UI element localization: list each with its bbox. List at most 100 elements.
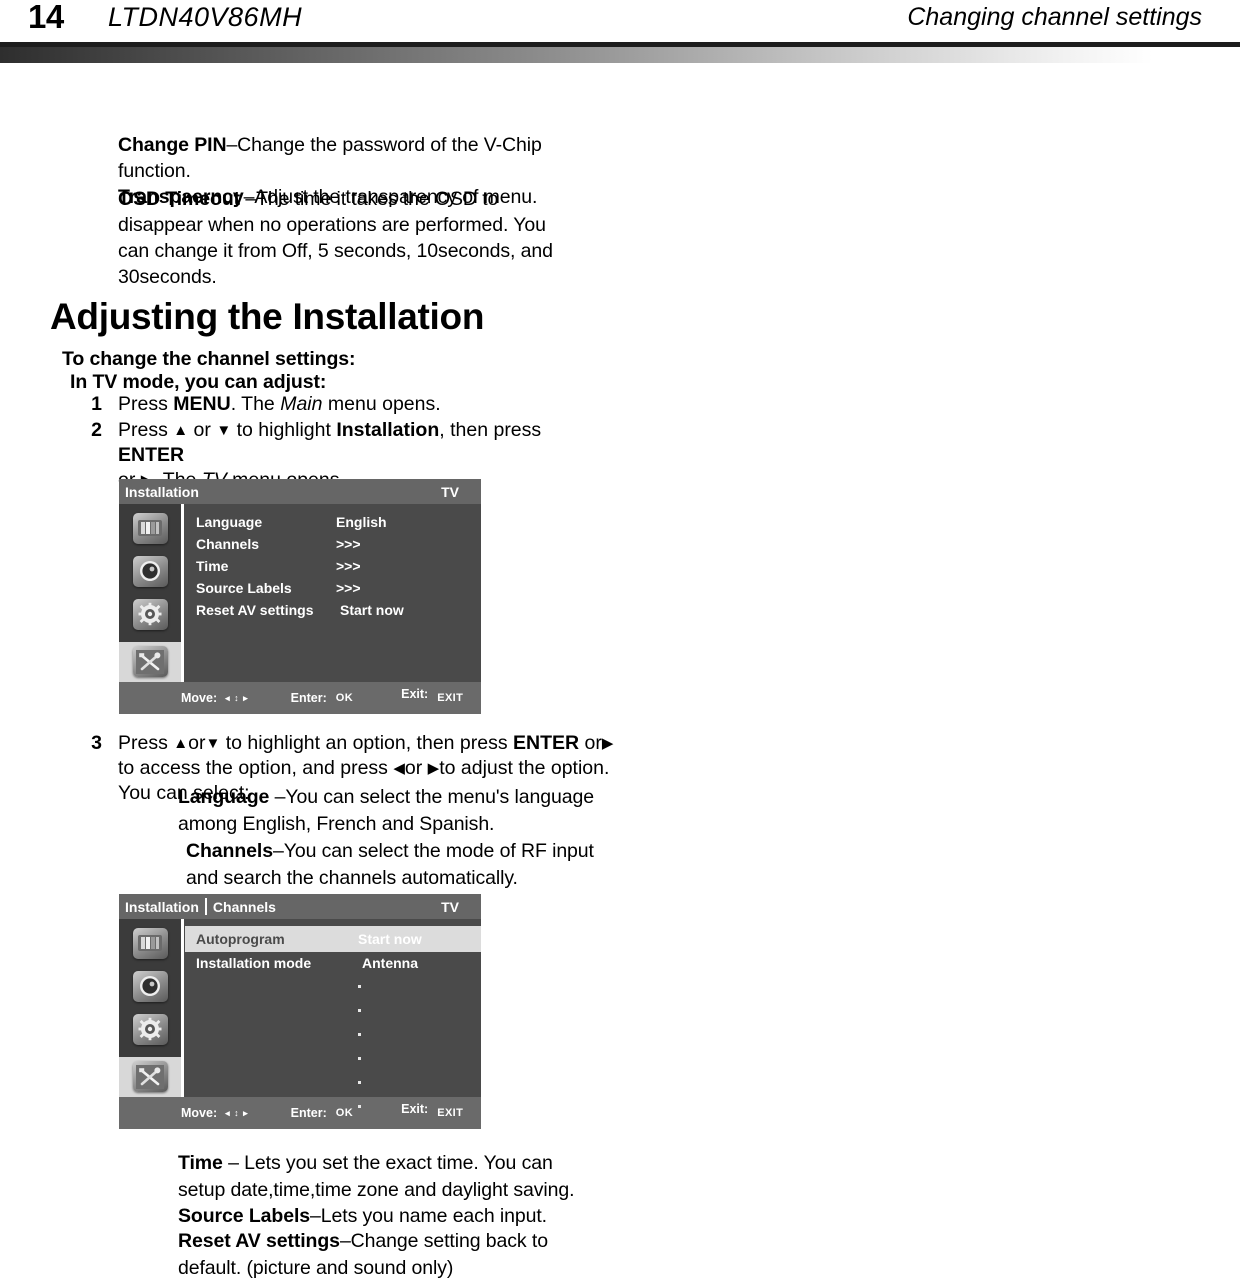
term-change-pin: Change PIN — [118, 134, 227, 156]
definition-reset-av: Reset AV settings–Change setting back to… — [178, 1228, 608, 1282]
step-2-b: or — [188, 419, 217, 441]
sidebar-item-installation-2[interactable] — [119, 1056, 181, 1097]
sidebar-item-picture-2[interactable] — [129, 926, 172, 961]
term-reset-av: Reset AV settings — [178, 1230, 340, 1252]
osd2-empty-row — [184, 1046, 481, 1070]
bullet-dot-icon — [358, 984, 361, 988]
term-time: Time — [178, 1152, 223, 1174]
left-arrow-icon: ◀ — [393, 760, 405, 777]
down-arrow-icon: ▼ — [216, 422, 232, 439]
osd1-row-language[interactable]: Language English — [184, 511, 481, 533]
osd2-exit-label: Exit: — [401, 1102, 429, 1116]
definition-time: Time – Lets you set the exact time. You … — [178, 1150, 598, 1204]
term-language: Language — [178, 786, 270, 808]
osd2-value-autoprogram: Start now — [358, 931, 422, 947]
osd1-row-reset-av[interactable]: Reset AV settings Start now — [184, 599, 481, 621]
sound-icon — [132, 970, 168, 1002]
sidebar-item-features[interactable] — [129, 597, 172, 632]
osd1-label-channels: Channels — [196, 536, 260, 552]
osd2-row-installation-mode[interactable]: Installation mode Antenna — [184, 952, 481, 974]
osd1-sidebar — [119, 504, 181, 682]
osd1-titlebar: Installation TV — [119, 479, 481, 504]
sidebar-item-sound-2[interactable] — [129, 969, 172, 1004]
osd1-move-label: Move: — [181, 691, 218, 705]
osd1-row-time[interactable]: Time >>> — [184, 555, 481, 577]
osd1-value-channels: >>> — [336, 536, 361, 552]
osd1-breadcrumb-item-1: Installation — [125, 483, 199, 500]
definition-source-labels: Source Labels–Lets you name each input. — [178, 1203, 608, 1230]
bullet-dot-icon — [358, 1056, 361, 1060]
features-gear-icon — [132, 1013, 168, 1045]
osd1-content: Language English Channels >>> Time >>> S… — [184, 504, 481, 682]
step-1-c: menu opens. — [322, 393, 441, 415]
osd2-empty-row — [184, 1094, 481, 1118]
osd-screenshot-installation: Installation TV Language English Channel… — [119, 479, 481, 714]
term-channels: Channels — [186, 840, 273, 862]
sidebar-item-sound[interactable] — [129, 554, 172, 589]
osd2-value-installation-mode: Antenna — [358, 955, 481, 971]
osd2-breadcrumb-item-2: Channels — [212, 898, 276, 915]
step-2-installation: Installation — [336, 419, 440, 441]
header-gradient-bar — [0, 47, 1240, 63]
osd2-label-autoprogram: Autoprogram — [196, 931, 285, 947]
page-header: 14 LTDN40V86MH Changing channel settings — [0, 0, 1240, 42]
step-1-text: Press MENU. The Main menu opens. — [118, 392, 600, 417]
step-1: 1 Press MENU. The Main menu opens. — [80, 392, 600, 417]
step-1-a: Press — [118, 393, 174, 415]
sidebar-item-picture[interactable] — [129, 511, 172, 546]
osd2-middle: Autoprogram Start now Installation mode … — [119, 919, 481, 1108]
paragraph-osd-timeout: OSD Timeout –The time it takes the OSD t… — [118, 186, 578, 290]
osd2-sidebar — [119, 919, 181, 1097]
step-2-a: Press — [118, 419, 174, 441]
step-1-number: 1 — [91, 393, 102, 415]
installation-tools-icon — [132, 646, 168, 678]
osd1-value-reset-av: Start now — [340, 602, 404, 618]
osd1-exit-label: Exit: — [401, 687, 429, 701]
lead-line-2: In TV mode, you can adjust: — [70, 371, 327, 393]
step-3-e: to access the option, and press — [118, 757, 394, 779]
up-arrow-icon-2: ▲ — [173, 735, 189, 752]
step-1-menu-key: MENU — [173, 393, 231, 415]
sidebar-item-installation[interactable] — [119, 641, 181, 682]
right-arrow-icon-2: ▶ — [601, 735, 614, 752]
osd1-label-reset-av: Reset AV settings — [196, 602, 314, 618]
dpad-icon: ◂ ↕ ▸ — [225, 692, 249, 703]
section-heading: Adjusting the Installation — [50, 296, 485, 337]
bullet-dot-icon — [358, 1104, 361, 1108]
osd1-footer: Move: ◂ ↕ ▸ Enter: OK Exit: EXIT — [119, 682, 481, 714]
desc-time: – Lets you set the exact time. You can s… — [178, 1152, 575, 1201]
step-2-d: , then press — [439, 419, 542, 441]
osd1-footer-enter: Enter: OK — [291, 691, 353, 705]
down-arrow-icon-2: ▼ — [205, 735, 221, 752]
installation-tools-icon — [132, 1061, 168, 1093]
sidebar-item-features-2[interactable] — [129, 1012, 172, 1047]
definition-language: Language –You can select the menu's lang… — [178, 784, 608, 838]
osd2-empty-row — [184, 998, 481, 1022]
osd1-row-channels[interactable]: Channels >>> — [184, 533, 481, 555]
osd2-empty-row — [184, 974, 481, 998]
page-number: 14 — [28, 0, 64, 35]
osd2-content: Autoprogram Start now Installation mode … — [184, 919, 481, 1108]
osd1-enter-label: Enter: — [290, 691, 327, 705]
section-running-head: Changing channel settings — [907, 3, 1202, 31]
definition-channels: Channels–You can select the mode of RF i… — [186, 838, 606, 892]
osd2-mode-label: TV — [441, 898, 459, 915]
step-3-a: Press — [118, 732, 174, 754]
osd1-row-source-labels[interactable]: Source Labels >>> — [184, 577, 481, 599]
step-2-number: 2 — [91, 419, 102, 441]
step-1-b: . The — [230, 393, 281, 415]
picture-icon — [132, 512, 168, 544]
step-3-enter-key: ENTER — [513, 732, 580, 754]
section-lead-in: To change the channel settings: In TV mo… — [62, 348, 582, 394]
osd2-row-autoprogram[interactable]: Autoprogram Start now — [185, 926, 481, 952]
osd-screenshot-channels: Installation Channels TV Autoprogram Sta… — [119, 894, 481, 1129]
step-3-b: or — [188, 732, 206, 754]
bullet-dot-icon — [358, 1008, 361, 1012]
osd2-breadcrumb-item-1: Installation — [125, 898, 199, 915]
step-3-f: or — [404, 757, 428, 779]
right-arrow-icon-3: ▶ — [427, 760, 440, 777]
breadcrumb-separator-icon — [204, 898, 207, 915]
osd2-value-installation-mode-text: Antenna — [362, 955, 418, 971]
osd2-empty-row — [184, 1070, 481, 1094]
osd1-mode-label: TV — [441, 483, 459, 500]
